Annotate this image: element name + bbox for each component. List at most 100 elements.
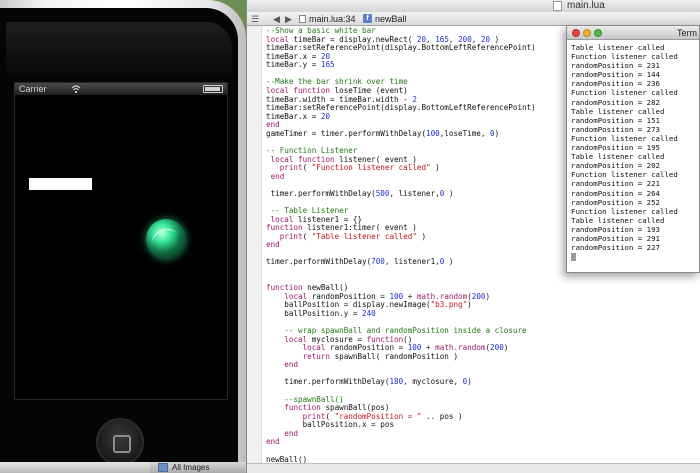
simulator-screen[interactable]: Carrier (14, 82, 228, 400)
terminal-line: randomPosition = 193 (571, 224, 660, 234)
iphone-simulator: Carrier (0, 0, 246, 473)
terminal-line: randomPosition = 195 (571, 143, 660, 153)
code-token: 200 (490, 343, 504, 353)
code-token: ,loseTime, (439, 128, 491, 138)
terminal-line: randomPosition = 291 (571, 233, 660, 243)
terminal-line: randomPosition = 144 (571, 70, 660, 80)
code-token: timer.performWithDelay( (266, 257, 372, 267)
terminal-line: Function listener called (571, 170, 678, 180)
code-token: 20 (320, 111, 331, 121)
code-token: , listener, (389, 188, 440, 198)
code-token: end (284, 428, 299, 438)
code-token: spawnBall( randomPosition ) (330, 351, 459, 361)
code-token: end (266, 437, 280, 447)
terminal-line: randomPosition = 264 (571, 188, 660, 198)
time-bar (29, 178, 92, 190)
code-token: "Table listener called" (311, 231, 417, 241)
terminal-title: Term (677, 28, 697, 38)
back-arrow-icon[interactable]: ◀ (273, 12, 280, 26)
code-token: ) (416, 231, 427, 241)
code-token: ) (444, 257, 454, 267)
terminal-line: Function listener called (571, 206, 678, 216)
code-token: end (284, 360, 299, 370)
images-folder-icon (158, 463, 168, 472)
code-token: ( (302, 231, 312, 241)
code-token: print (279, 231, 303, 241)
code-line-text: end (266, 360, 298, 369)
code-token: ( (302, 163, 312, 173)
code-token: 180 (389, 377, 404, 387)
terminal-line: Table listener called (571, 152, 665, 162)
terminal-output[interactable]: Table listener called Function listener c… (571, 43, 699, 262)
code-token: timeBar.y = (266, 60, 321, 70)
minimize-icon[interactable] (583, 29, 591, 37)
file-popup-menu[interactable]: main.lua:34 (309, 12, 356, 26)
status-bar: Carrier (15, 83, 227, 95)
code-token: 100 (426, 128, 440, 138)
terminal-line: Function listener called (571, 88, 678, 98)
terminal-line: Table listener called (571, 43, 665, 52)
battery-icon (203, 85, 223, 93)
code-token: end (266, 240, 280, 250)
code-token: timer.performWithDelay( (266, 377, 390, 387)
zoom-icon[interactable] (594, 29, 602, 37)
function-icon: f (363, 14, 372, 23)
editor-window-title: main.lua (567, 0, 605, 11)
close-icon[interactable] (572, 29, 580, 37)
editor-bottom-bar (247, 463, 700, 473)
code-token: 500 (375, 188, 390, 198)
code-token: , listener1, (384, 257, 440, 267)
code-token: 700 (371, 257, 385, 267)
related-items-icon[interactable]: ☰ (251, 12, 259, 26)
code-token: end (270, 171, 285, 181)
terminal-line: randomPosition = 252 (571, 197, 660, 207)
code-token: 240 (362, 308, 376, 318)
lua-file-icon (299, 15, 306, 23)
code-line-text: ballPosition.y = 240 (266, 308, 376, 318)
terminal-titlebar[interactable]: Term (567, 26, 699, 40)
code-line-text: print( "Function listener called" ) (266, 163, 440, 172)
code-token: ) (494, 128, 500, 138)
code-line-text: newBall() (266, 455, 307, 464)
code-token: 165 (320, 60, 335, 70)
terminal-line: Function listener called (571, 133, 678, 143)
terminal-line: randomPosition = 273 (571, 124, 660, 134)
function-popup-menu[interactable]: newBall (375, 12, 407, 26)
terminal-line: randomPosition = 202 (571, 161, 660, 171)
code-token: "Function listener called" (311, 163, 431, 173)
terminal-window: Term Table listener called Function liste… (566, 25, 700, 273)
code-token: ) (430, 163, 440, 173)
code-line-text: print( "Table listener called" ) (266, 232, 426, 241)
terminal-line: randomPosition = 227 (571, 243, 660, 253)
terminal-line: randomPosition = 231 (571, 61, 660, 71)
code-token: gameTimer = timer.performWithDelay( (266, 128, 427, 138)
editor-navigation-bar: ☰ ◀ ▶ main.lua:34 f newBall (247, 12, 700, 26)
code-line-text: end (266, 437, 280, 446)
carrier-label: Carrier (19, 84, 47, 94)
code-token: newBall() (266, 454, 308, 464)
all-images-label[interactable]: All Images (172, 462, 209, 473)
home-button[interactable] (96, 418, 144, 466)
code-line-text: timer.performWithDelay(700, listener1,0 … (266, 257, 453, 266)
terminal-cursor (571, 253, 576, 262)
document-icon (553, 1, 562, 11)
finder-sidebar-strip: All Images (150, 462, 246, 473)
code-line-text: end (266, 171, 285, 181)
code-token: "b3.png" (430, 300, 468, 310)
code-line-text: timeBar.y = 165 (266, 60, 335, 69)
wifi-icon (71, 85, 81, 94)
forward-arrow-icon[interactable]: ▶ (285, 12, 292, 26)
code-token: , myclosure, (403, 377, 463, 387)
code-token: ) (467, 300, 472, 310)
terminal-line: Table listener called (571, 215, 665, 225)
code-token: 200 (471, 291, 486, 301)
terminal-line: randomPosition = 221 (571, 179, 660, 189)
terminal-line: randomPosition = 236 (571, 79, 660, 89)
code-line-text: end (266, 240, 280, 249)
terminal-line: randomPosition = 151 (571, 115, 660, 125)
code-token: .. pos ) (421, 411, 463, 421)
editor-titlebar[interactable]: main.lua (247, 0, 700, 12)
terminal-line: Table listener called (571, 106, 665, 116)
phone-body: Carrier (0, 8, 238, 473)
